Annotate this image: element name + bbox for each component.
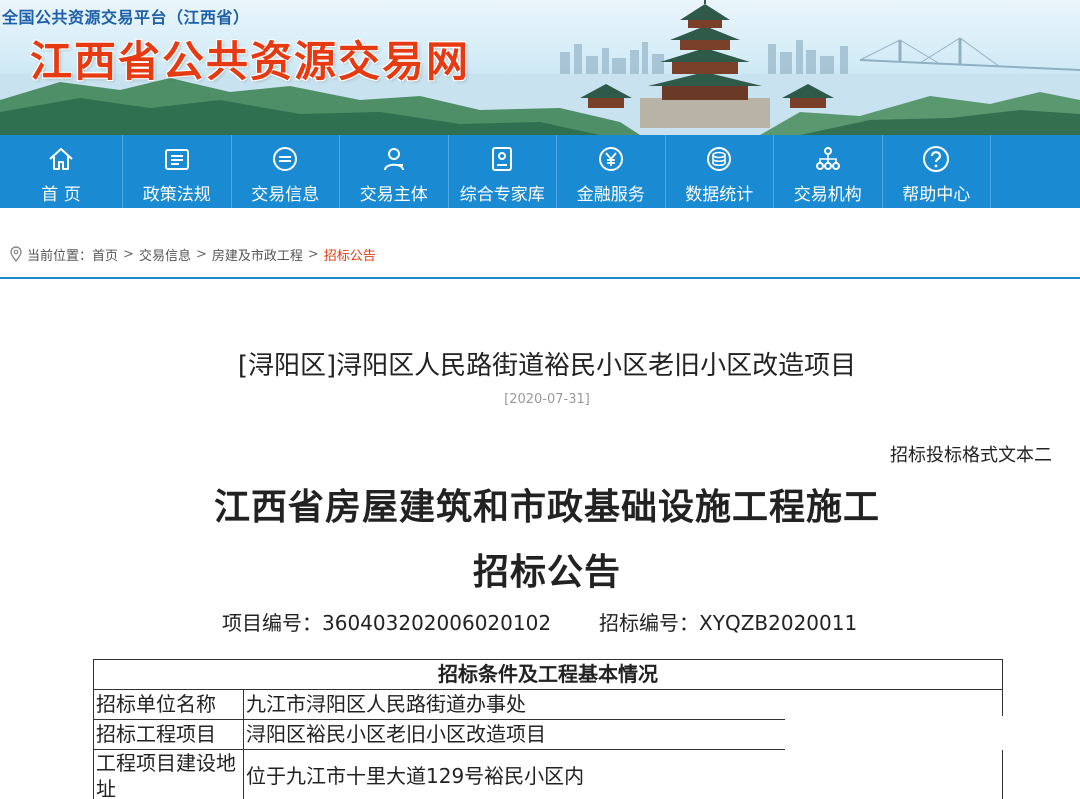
nav-label: 金融服务: [576, 185, 645, 205]
article-title: [浔阳区]浔阳区人民路街道裕民小区老旧小区改造项目: [237, 351, 857, 381]
nav-label: 数据统计: [685, 185, 754, 205]
help-icon: [923, 146, 950, 172]
nav-item-finance[interactable]: 金融服务: [557, 135, 666, 208]
article-date: [2020-07-31]: [504, 392, 590, 407]
table-row: 招标单位名称 九江市浔阳区人民路街道办事处: [93, 689, 1003, 720]
table-header: 招标条件及工程基本情况: [93, 659, 1003, 690]
nav-item-institution[interactable]: 交易机构: [774, 135, 883, 208]
nav-item-help[interactable]: 帮助中心: [883, 135, 991, 208]
table-cell-key: 招标工程项目: [93, 719, 244, 750]
table-cell-value: 位于九江市十里大道129号裕民小区内: [243, 749, 1003, 799]
document-format-label: 招标投标格式文本二: [890, 445, 1052, 466]
breadcrumb-separator: >: [123, 246, 134, 262]
breadcrumb-home-link[interactable]: 首页: [92, 245, 118, 264]
site-logo-title[interactable]: 江西省公共资源交易网: [30, 28, 470, 89]
breadcrumb-construction-link[interactable]: 房建及市政工程: [212, 245, 303, 264]
nav-item-trade-subject[interactable]: 交易主体: [340, 135, 449, 208]
nav-label: 政策法规: [142, 185, 211, 205]
nav-item-trade-info[interactable]: 交易信息: [232, 135, 340, 208]
message-circle-icon: [273, 147, 298, 171]
main-nav: 首 页 政策法规 交易信息 交易主体 综合专家库 金融服务 数据统计 交易机构 …: [0, 135, 1080, 208]
tender-number: XYQZB2020011: [699, 611, 858, 635]
breadcrumb-separator: >: [195, 246, 207, 262]
document-title-line2: 招标公告: [472, 552, 621, 593]
org-chart-icon: [815, 147, 840, 170]
nav-label: 综合专家库: [459, 185, 545, 205]
table-cell-key: 工程项目建设地址: [93, 749, 244, 799]
redaction-patch: [785, 716, 1003, 750]
breadcrumb-separator: >: [307, 246, 319, 262]
table-row: 工程项目建设地址 位于九江市十里大道129号裕民小区内: [93, 749, 1003, 799]
yuan-icon: [598, 147, 623, 171]
nav-label: 首 页: [41, 185, 81, 205]
database-icon: [707, 147, 732, 171]
home-icon: [49, 148, 73, 170]
table-cell-key: 招标单位名称: [93, 689, 244, 720]
nav-label: 帮助中心: [902, 185, 971, 205]
nav-item-home[interactable]: 首 页: [0, 135, 123, 208]
nav-label: 交易信息: [251, 185, 320, 205]
id-card-icon: [492, 147, 513, 171]
location-pin-icon: [10, 246, 22, 262]
project-number: 360403202006020102: [322, 611, 552, 635]
nav-label: 交易主体: [359, 185, 428, 205]
user-icon: [383, 148, 404, 171]
project-number-label: 项目编号：: [222, 611, 322, 635]
breadcrumb-trade-info-link[interactable]: 交易信息: [139, 245, 191, 264]
table-cell-value: 九江市浔阳区人民路街道办事处: [243, 689, 1003, 720]
nav-item-policy[interactable]: 政策法规: [123, 135, 232, 208]
breadcrumb-divider: [0, 277, 1080, 279]
document-list-icon: [164, 149, 189, 170]
breadcrumb-current[interactable]: 招标公告: [324, 245, 376, 264]
nav-item-statistics[interactable]: 数据统计: [666, 135, 774, 208]
document-title-line1: 江西省房屋建筑和市政基础设施工程施工: [213, 487, 880, 528]
document-numbers: 项目编号：360403202006020102 招标编号：XYQZB2020011: [222, 607, 857, 636]
nav-label: 交易机构: [793, 185, 862, 205]
nav-item-expert-pool[interactable]: 综合专家库: [449, 135, 557, 208]
site-banner: 全国公共资源交易平台（江西省） 江西省公共资源交易网: [0, 0, 1080, 135]
platform-name: 全国公共资源交易平台（江西省）: [2, 8, 250, 27]
tender-number-label: 招标编号：: [599, 611, 700, 635]
breadcrumb-prefix: 当前位置：: [27, 248, 93, 264]
breadcrumb: 当前位置： 首页 > 交易信息 > 房建及市政工程 > 招标公告: [0, 240, 1080, 268]
